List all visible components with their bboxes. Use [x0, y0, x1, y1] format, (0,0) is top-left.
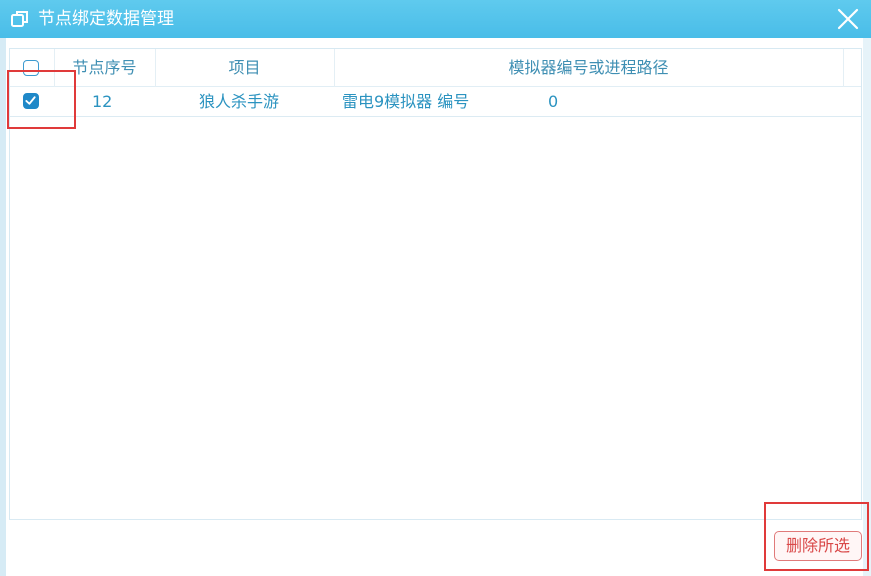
row-checkbox[interactable] — [23, 93, 39, 109]
right-edge — [863, 38, 871, 576]
header-node-no[interactable]: 节点序号 — [54, 49, 155, 87]
checkmark-icon — [25, 96, 36, 105]
delete-selected-button[interactable]: 删除所选 — [774, 531, 862, 561]
cell-project: 狼人杀手游 — [199, 92, 280, 111]
footer-divider — [9, 519, 862, 520]
cell-node-no: 12 — [92, 92, 113, 111]
header-project[interactable]: 项目 — [155, 49, 334, 87]
column-divider — [843, 49, 844, 87]
window-restore-icon — [11, 11, 28, 27]
window-title: 节点绑定数据管理 — [38, 9, 174, 29]
cell-emulator: 雷电9模拟器 编号 — [342, 92, 470, 111]
title-bar: 节点绑定数据管理 — [0, 0, 871, 38]
header-emulator-path[interactable]: 模拟器编号或进程路径 — [334, 49, 843, 87]
left-edge — [0, 38, 6, 576]
table-row[interactable]: 12 狼人杀手游 雷电9模拟器 编号 0 — [10, 87, 861, 117]
close-icon[interactable] — [835, 6, 861, 32]
binding-table: 节点序号 项目 模拟器编号或进程路径 12 狼人杀手游 雷电9模拟器 编号 0 — [9, 48, 862, 520]
cell-emulator-no: 0 — [548, 92, 559, 111]
table-header: 节点序号 项目 模拟器编号或进程路径 — [10, 49, 861, 87]
select-all-checkbox[interactable] — [23, 60, 39, 76]
